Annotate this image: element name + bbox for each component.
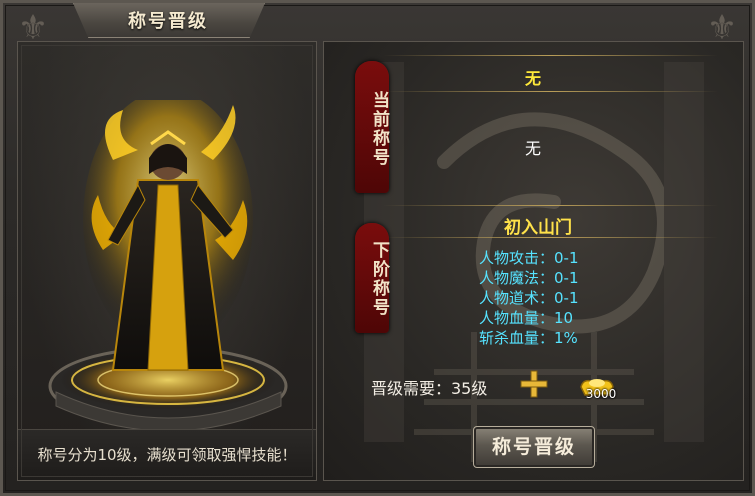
upgrade-title-button[interactable]: 称号晋级 — [473, 426, 595, 468]
hint-footer: 称号分为10级，满级可领取强悍技能！ — [18, 429, 316, 480]
hint-text: 称号分为10级，满级可领取强悍技能！ — [37, 446, 297, 464]
stat-hp: 人物血量：10 — [479, 309, 574, 327]
stat-magic: 人物魔法：0-1 — [479, 269, 579, 287]
character-figure-icon — [83, 100, 253, 371]
stat-execute-hp: 斩杀血量：1% — [479, 329, 578, 347]
stat-taoism: 人物道术：0-1 — [479, 289, 579, 307]
current-title-banner-label: 当前称号 — [369, 91, 389, 167]
plus-icon — [520, 370, 548, 398]
requirement-label: 晋级需要：35级 — [371, 379, 488, 398]
character-preview-panel: 称号分为10级，满级可领取强悍技能！ — [17, 41, 317, 481]
stat-attack: 人物攻击：0-1 — [479, 249, 579, 267]
gold-amount: 3000 — [585, 387, 617, 401]
divider-line — [383, 205, 718, 206]
title-upgrade-window: ⚜ ⚜ 称号晋级 称号分为10级，满级可领取强悍技能！ 当前称号 无 无 下阶称… — [0, 0, 755, 496]
next-title-banner-label: 下阶称号 — [369, 241, 389, 317]
divider-line — [383, 55, 718, 56]
current-title-attributes: 无 — [524, 139, 541, 158]
current-title-name: 无 — [524, 69, 541, 88]
divider-line — [383, 91, 718, 92]
window-title: 称号晋级 — [128, 11, 208, 32]
next-title-name: 初入山门 — [504, 218, 572, 238]
